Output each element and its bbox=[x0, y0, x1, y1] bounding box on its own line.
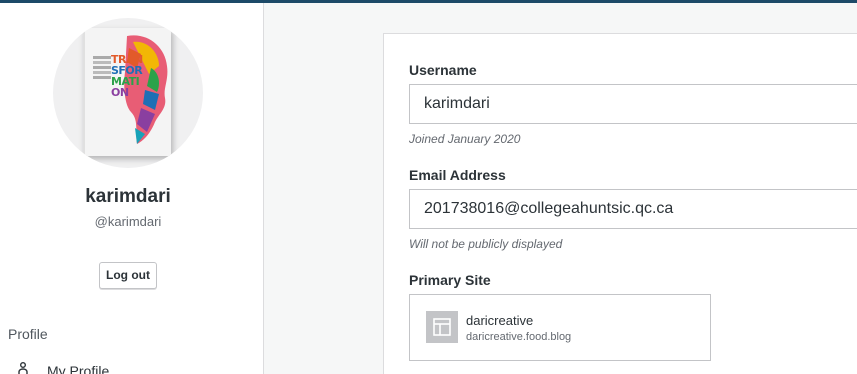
username-label: Username bbox=[409, 62, 477, 78]
site-name: daricreative bbox=[466, 313, 534, 328]
person-icon bbox=[18, 362, 28, 374]
display-name: karimdari bbox=[85, 186, 171, 207]
sidebar-item-my-profile[interactable]: My Profile bbox=[18, 360, 218, 374]
account-settings-card: Username karimdari Joined January 2020 E… bbox=[383, 33, 857, 374]
book-title-line: ON bbox=[111, 86, 129, 99]
avatar[interactable]: TRAN SFOR MATI ON bbox=[53, 18, 203, 168]
book-title: TRAN SFOR MATI ON bbox=[111, 54, 143, 98]
user-handle: @karimdari bbox=[94, 214, 162, 229]
logout-button[interactable]: Log out bbox=[99, 262, 157, 289]
username-hint: Joined January 2020 bbox=[409, 132, 521, 146]
nav-heading-profile: Profile bbox=[8, 326, 48, 342]
primary-site-label: Primary Site bbox=[409, 272, 491, 288]
site-url: daricreative.food.blog bbox=[466, 331, 572, 343]
book-cover-image: TRAN SFOR MATI ON bbox=[83, 28, 171, 156]
email-hint: Will not be publicly displayed bbox=[409, 237, 563, 251]
email-label: Email Address bbox=[409, 167, 506, 183]
email-field[interactable]: 201738016@collegeahuntsic.qc.ca bbox=[409, 189, 857, 229]
sidebar-item-label: My Profile bbox=[47, 363, 110, 374]
site-layout-icon bbox=[426, 311, 458, 343]
username-field[interactable]: karimdari bbox=[409, 84, 857, 124]
primary-site-selector[interactable]: daricreative daricreative.food.blog bbox=[409, 294, 711, 361]
book-small-text bbox=[93, 56, 111, 79]
sidebar: TRAN SFOR MATI ON karimdari @karimdari L… bbox=[0, 3, 264, 374]
